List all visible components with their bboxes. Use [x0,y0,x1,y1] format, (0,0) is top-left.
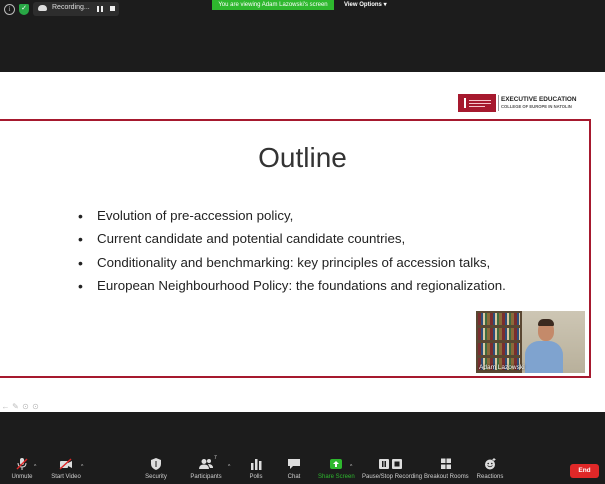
share-screen-icon [330,459,342,469]
list-item: Conditionality and benchmarking: key pri… [78,255,506,278]
annotation-toolbar: ← ✎ ⊙ ⊙ → [0,402,52,412]
chat-label: Chat [287,474,301,480]
info-icon[interactable]: i [4,4,15,15]
participants-button[interactable]: 7 Participants [188,455,224,484]
recording-label: Recording... [52,4,90,11]
pause-stop-recording-icon [379,459,402,469]
breakout-rooms-label: Breakout Rooms [424,474,469,480]
arrow-left-icon[interactable]: ← [1,402,10,411]
shield-icon [151,458,161,470]
top-bar: i ✓ Recording... You are viewing Adam La… [0,0,605,18]
reactions-icon [485,458,496,470]
pause-icon[interactable] [97,6,103,12]
unmute-label: Unmute [11,474,33,480]
audio-options-caret[interactable]: ^ [34,464,36,470]
participant-name-label: Adam Lazowski [479,364,525,371]
logo-title: EXECUTIVE EDUCATION [501,96,577,103]
security-button[interactable]: Security [140,455,172,484]
breakout-rooms-button[interactable]: Breakout Rooms [424,455,469,484]
view-options-label: View Options [344,2,382,8]
list-item: Current candidate and potential candidat… [78,231,506,254]
slide-bullet-list: Evolution of pre-accession policy, Curre… [78,208,506,301]
logo-subtitle: COLLEGE OF EUROPE IN NATOLIN [501,104,572,109]
participant-count-badge: 7 [214,455,217,461]
video-off-icon [59,458,72,470]
microphone-muted-icon [16,458,28,470]
cloud-recording-icon [38,5,47,11]
pause-stop-recording-label: Pause/Stop Recording [362,474,423,480]
slide-title: Outline [258,142,347,173]
logo-mark-icon [458,94,496,112]
start-video-button[interactable]: Start Video [48,455,84,484]
list-item: European Neighbourhood Policy: the found… [78,278,506,301]
share-screen-button[interactable]: Share Screen [318,455,355,484]
polls-label: Polls [249,474,263,480]
participants-options-caret[interactable]: ^ [228,464,230,470]
college-of-europe-logo: EXECUTIVE EDUCATION COLLEGE OF EUROPE IN… [458,94,577,112]
view-options-button[interactable]: View Options ▾ [344,0,387,10]
polls-icon [251,459,262,470]
chat-icon [288,459,300,469]
share-options-caret[interactable]: ^ [350,464,352,470]
recording-indicator: Recording... [33,2,119,16]
participants-icon [199,459,213,469]
share-screen-label: Share Screen [318,474,355,480]
polls-button[interactable]: Polls [242,455,270,484]
end-meeting-button[interactable]: End [570,464,599,478]
speaker-body [525,341,563,373]
logo-divider [498,95,499,111]
participants-label: Participants [190,474,222,480]
reactions-button[interactable]: Reactions [474,455,506,484]
arrow-right-icon[interactable]: → [41,402,50,411]
encryption-shield-icon[interactable]: ✓ [19,4,29,15]
shared-screen: EXECUTIVE EDUCATION COLLEGE OF EUROPE IN… [0,72,605,412]
start-video-label: Start Video [51,474,81,480]
annotate-icon[interactable]: ⊙ [21,402,30,411]
speaker-hair [538,319,554,326]
video-options-caret[interactable]: ^ [81,464,83,470]
pen-icon[interactable]: ✎ [11,402,20,411]
breakout-rooms-icon [441,458,451,469]
reactions-label: Reactions [476,474,504,480]
pause-stop-recording-button[interactable]: Pause/Stop Recording [362,455,423,484]
meeting-toolbar: Unmute ^ Start Video ^ Security 7 Partic… [0,455,605,484]
chevron-down-icon: ▾ [383,2,387,8]
list-item: Evolution of pre-accession policy, [78,208,506,231]
chat-button[interactable]: Chat [280,455,308,484]
stop-icon[interactable] [110,6,115,11]
viewing-screen-banner: You are viewing Adam Lazowski's screen [212,0,334,10]
annotate-icon[interactable]: ⊙ [31,402,40,411]
security-label: Security [145,474,167,480]
speaker-video-thumbnail[interactable]: Adam Lazowski [476,311,585,373]
